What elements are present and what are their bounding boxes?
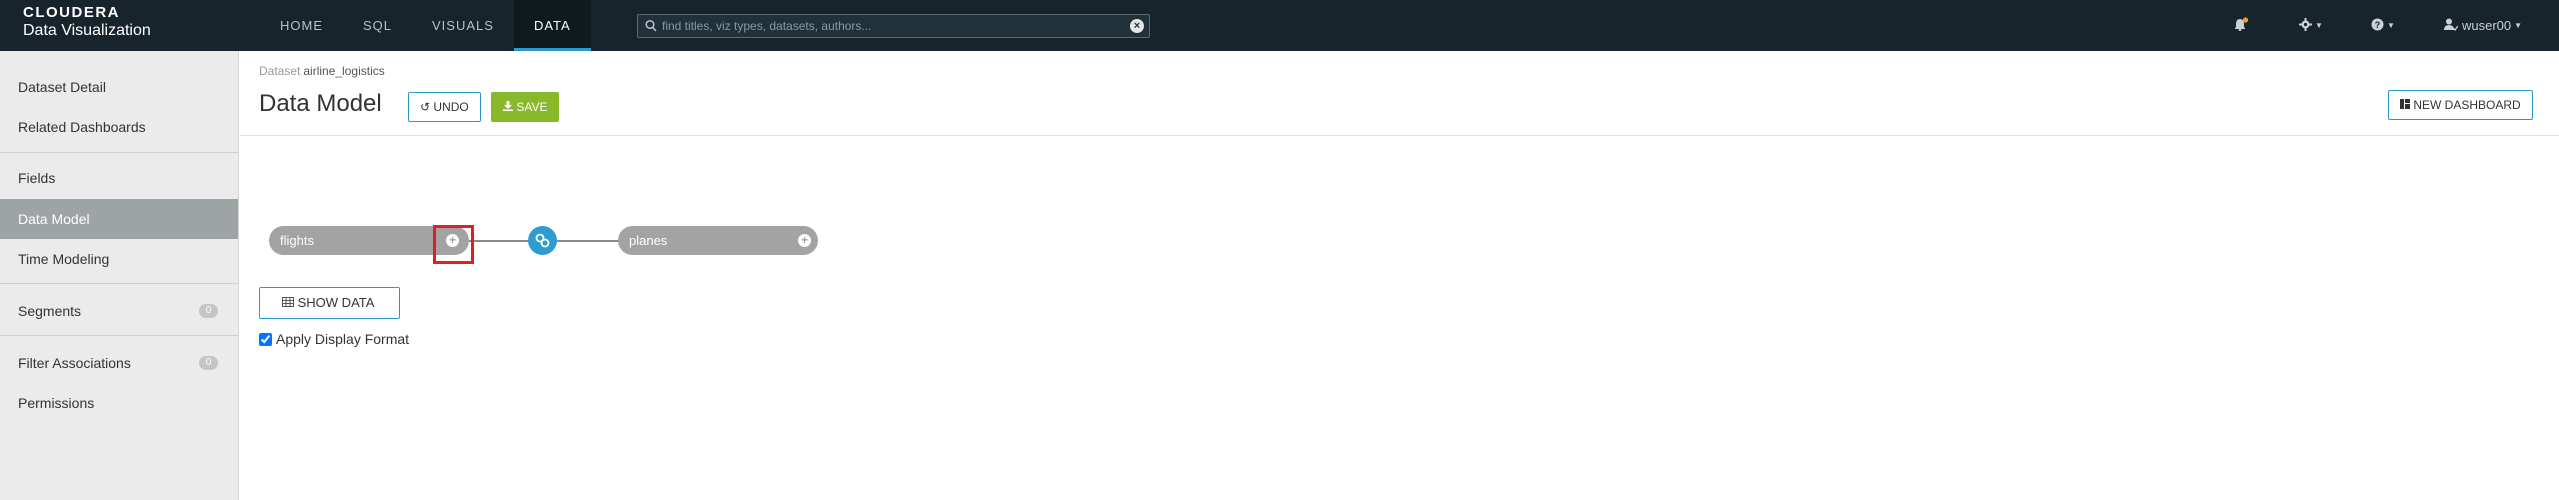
table-node-label: planes	[629, 233, 668, 248]
sidebar-item-label: Related Dashboards	[18, 119, 146, 135]
join-connector-line	[469, 240, 528, 242]
sidebar-item-label: Segments	[18, 303, 82, 319]
sidebar-item-label: Time Modeling	[18, 251, 110, 267]
help-menu-button[interactable]: ? ▼	[2371, 0, 2395, 51]
user-icon	[2444, 18, 2459, 34]
svg-text:?: ?	[2375, 20, 2381, 30]
search-icon	[645, 19, 657, 38]
sidebar-item-dataset-detail[interactable]: Dataset Detail	[0, 67, 238, 107]
dashboard-icon	[2400, 98, 2413, 112]
header-divider	[240, 135, 2559, 136]
page-title: Data Model	[259, 90, 382, 117]
apply-display-format-option[interactable]: Apply Display Format	[259, 331, 409, 347]
nav-tab-visuals[interactable]: VISUALS	[412, 0, 514, 51]
user-menu-button[interactable]: wuser00 ▼	[2444, 0, 2522, 51]
join-connector-line	[557, 240, 619, 242]
new-dashboard-button[interactable]: NEW DASHBOARD	[2388, 90, 2533, 120]
apply-display-format-label: Apply Display Format	[276, 331, 410, 347]
undo-button[interactable]: ↺ UNDO	[408, 92, 481, 122]
link-icon	[528, 233, 557, 259]
breadcrumb: Dataset airline_logistics	[259, 64, 385, 78]
sidebar-divider	[0, 335, 238, 336]
sidebar-divider	[0, 152, 238, 153]
chevron-down-icon: ▼	[2387, 21, 2395, 30]
sidebar-item-label: Permissions	[18, 395, 95, 411]
table-node-label: flights	[280, 233, 314, 248]
table-icon	[282, 295, 298, 310]
brand-name: CLOUDERA	[23, 4, 120, 21]
sidebar-item-label: Fields	[18, 170, 56, 186]
join-button[interactable]	[528, 226, 557, 255]
segments-count-badge: 0	[199, 304, 218, 318]
apply-display-format-checkbox[interactable]	[259, 332, 272, 346]
search-input[interactable]	[662, 15, 1122, 37]
main-nav: HOME SQL VISUALS DATA	[260, 0, 591, 51]
sidebar-divider	[0, 283, 238, 284]
save-icon	[503, 100, 516, 114]
table-node-planes[interactable]: planes +	[618, 226, 818, 255]
breadcrumb-dataset-name[interactable]: airline_logistics	[303, 64, 384, 78]
save-label: SAVE	[516, 100, 548, 114]
gear-icon	[2299, 17, 2312, 34]
brand-logo[interactable]: CLOUDERA Data Visualization	[23, 5, 151, 41]
sidebar-item-related-dashboards[interactable]: Related Dashboards	[0, 107, 238, 147]
sidebar-item-label: Data Model	[18, 211, 90, 227]
sidebar-item-filter-associations[interactable]: Filter Associations 0	[0, 343, 238, 383]
global-search: ×	[637, 14, 1150, 38]
bell-icon	[2233, 17, 2249, 34]
undo-label: UNDO	[433, 100, 469, 114]
sidebar-item-data-model[interactable]: Data Model	[0, 199, 238, 239]
nav-tab-sql[interactable]: SQL	[343, 0, 412, 51]
top-navbar: CLOUDERA Data Visualization HOME SQL VIS…	[0, 0, 2559, 51]
sidebar-item-label: Filter Associations	[18, 355, 131, 371]
chevron-down-icon: ▼	[2315, 21, 2323, 30]
sidebar-item-fields[interactable]: Fields	[0, 158, 238, 198]
clear-search-icon[interactable]: ×	[1130, 19, 1144, 33]
sidebar-item-permissions[interactable]: Permissions	[0, 383, 238, 423]
settings-menu-button[interactable]: ▼	[2299, 0, 2323, 51]
main-content: Dataset airline_logistics Data Model ↺ UN…	[240, 51, 2559, 500]
chevron-down-icon: ▼	[2514, 21, 2523, 30]
undo-icon: ↺	[420, 100, 431, 114]
dataset-sidebar: Dataset Detail Related Dashboards Fields…	[0, 51, 239, 500]
show-data-button[interactable]: SHOW DATA	[259, 287, 400, 319]
sidebar-item-segments[interactable]: Segments 0	[0, 291, 238, 331]
sidebar-item-label: Dataset Detail	[18, 79, 106, 95]
brand-product: Data Visualization	[23, 22, 151, 39]
save-button[interactable]: SAVE	[491, 92, 560, 122]
show-data-label: SHOW DATA	[297, 295, 375, 310]
help-icon: ?	[2371, 18, 2384, 34]
highlight-box	[433, 225, 474, 264]
username: wuser00	[2462, 18, 2512, 33]
filter-associations-count-badge: 0	[199, 356, 218, 370]
add-join-icon[interactable]: +	[798, 234, 811, 247]
breadcrumb-label: Dataset	[259, 64, 301, 78]
new-dashboard-label: NEW DASHBOARD	[2413, 98, 2521, 112]
notifications-button[interactable]	[2233, 0, 2249, 51]
nav-tab-data[interactable]: DATA	[513, 0, 591, 51]
sidebar-item-time-modeling[interactable]: Time Modeling	[0, 239, 238, 279]
nav-tab-home[interactable]: HOME	[260, 0, 343, 51]
